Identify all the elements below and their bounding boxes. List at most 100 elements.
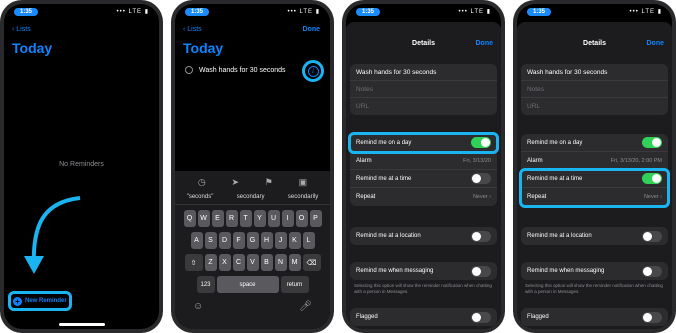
reminder-text[interactable]: Wash hands for 30 seconds <box>199 67 286 74</box>
key[interactable]: V <box>246 254 259 271</box>
key[interactable]: B <box>260 254 273 271</box>
repeat-row[interactable]: Repeat Never › <box>350 188 497 206</box>
location-group: Remind me at a location <box>350 227 497 245</box>
remind-location-toggle[interactable] <box>471 230 491 242</box>
key[interactable]: W <box>197 210 210 227</box>
notes-field[interactable]: Notes <box>521 81 668 98</box>
repeat-value: Never › <box>472 194 491 200</box>
back-button[interactable]: ‹ Lists <box>12 26 31 33</box>
flagged-group: Flagged <box>521 308 668 326</box>
remind-location-row[interactable]: Remind me at a location <box>521 227 668 245</box>
done-button[interactable]: Done <box>303 26 321 33</box>
key[interactable]: Y <box>253 210 266 227</box>
key[interactable]: D <box>218 232 231 249</box>
flagged-row[interactable]: Flagged <box>350 308 497 326</box>
remind-messaging-toggle[interactable] <box>642 265 662 277</box>
return-key[interactable]: return <box>280 276 309 293</box>
status-bar: 1:35 ••• LTE ▮ <box>346 4 501 19</box>
remind-messaging-row[interactable]: Remind me when messaging <box>350 262 497 280</box>
key[interactable]: H <box>260 232 273 249</box>
remind-location-label: Remind me at a location <box>527 233 592 239</box>
key[interactable]: J <box>274 232 287 249</box>
done-button[interactable]: Done <box>647 40 665 47</box>
key[interactable]: F <box>232 232 245 249</box>
emoji-icon[interactable]: ☺ <box>193 301 203 312</box>
suggestion[interactable]: secondary <box>237 194 265 200</box>
key[interactable]: X <box>218 254 231 271</box>
reminder-row[interactable]: Wash hands for 30 seconds <box>185 66 320 74</box>
done-button[interactable]: Done <box>476 40 494 47</box>
url-field[interactable]: URL <box>350 98 497 115</box>
remind-messaging-row[interactable]: Remind me when messaging <box>521 262 668 280</box>
page-title: Today <box>183 40 224 56</box>
location-group: Remind me at a location <box>521 227 668 245</box>
alarm-label: Alarm <box>356 157 372 164</box>
key-row-1: Q W E R T Y U I O P <box>175 210 330 227</box>
signal-icon: ••• LTE ▮ <box>629 9 662 15</box>
key[interactable]: K <box>288 232 301 249</box>
key[interactable]: Q <box>183 210 196 227</box>
key[interactable]: Z <box>204 254 217 271</box>
back-button[interactable]: ‹ Lists <box>183 26 202 33</box>
key[interactable]: T <box>239 210 252 227</box>
flagged-row[interactable]: Flagged <box>521 308 668 326</box>
flagged-toggle[interactable] <box>471 311 491 323</box>
keyboard-bottom: ☺ 🎤︎ <box>175 293 330 312</box>
key[interactable]: E <box>211 210 224 227</box>
key[interactable]: P <box>309 210 322 227</box>
flag-icon[interactable]: ⚑ <box>265 177 273 189</box>
back-label: Lists <box>16 26 31 33</box>
remind-day-toggle[interactable] <box>642 137 662 148</box>
suggestion[interactable]: secondarily <box>288 194 318 200</box>
plus-icon: + <box>13 296 22 306</box>
key[interactable]: G <box>246 232 259 249</box>
messaging-note: Selecting this option will show the remi… <box>354 283 492 294</box>
status-time: 1:35 <box>185 7 210 16</box>
remind-day-row[interactable]: Remind me on a day <box>521 134 668 152</box>
key[interactable]: C <box>232 254 245 271</box>
signal-icon: ••• LTE ▮ <box>287 9 320 15</box>
alarm-value: Fri, 3/13/20, 2:00 PM <box>610 157 662 164</box>
flagged-label: Flagged <box>356 314 378 320</box>
location-icon[interactable]: ➤ <box>231 177 239 189</box>
key[interactable]: M <box>288 254 301 271</box>
phone-1: 1:35 ••• LTE ▮ ‹ Lists Today No Reminder… <box>0 0 163 333</box>
checkbox-circle[interactable] <box>185 66 193 74</box>
new-reminder-button[interactable]: + New Reminder <box>8 291 72 311</box>
clock-icon[interactable]: ◷ <box>198 177 206 189</box>
key[interactable]: U <box>267 210 280 227</box>
shift-key[interactable]: ⇧ <box>184 254 203 271</box>
space-key[interactable]: space <box>216 276 279 293</box>
title-field[interactable]: Wash hands for 30 seconds <box>350 64 497 81</box>
alarm-value: Fri, 3/13/20 <box>463 157 491 164</box>
info-button-highlight[interactable]: i <box>302 60 324 82</box>
flagged-toggle[interactable] <box>642 311 662 323</box>
suggestion[interactable]: "seconds" <box>187 194 214 200</box>
remind-location-row[interactable]: Remind me at a location <box>350 227 497 245</box>
remind-time-row[interactable]: Remind me at a time <box>350 170 497 188</box>
phone-4: 1:35 ••• LTE ▮ Details Done Wash hands f… <box>513 0 676 333</box>
title-field[interactable]: Wash hands for 30 seconds <box>521 64 668 81</box>
key[interactable]: L <box>302 232 315 249</box>
alarm-label: Alarm <box>527 157 543 164</box>
remind-messaging-toggle[interactable] <box>471 265 491 277</box>
notes-field[interactable]: Notes <box>350 81 497 98</box>
alarm-row[interactable]: Alarm Fri, 3/13/20 <box>350 152 497 170</box>
remind-location-toggle[interactable] <box>642 230 662 242</box>
arrow-icon <box>24 196 81 274</box>
key[interactable]: O <box>295 210 308 227</box>
highlight-remind-day <box>348 132 499 154</box>
numbers-key[interactable]: 123 <box>196 276 215 293</box>
signal-icon: ••• LTE ▮ <box>458 9 491 15</box>
url-field[interactable]: URL <box>521 98 668 115</box>
key[interactable]: S <box>204 232 217 249</box>
delete-key[interactable]: ⌫ <box>302 254 321 271</box>
status-bar: 1:35 ••• LTE ▮ <box>175 4 330 19</box>
key[interactable]: I <box>281 210 294 227</box>
microphone-icon[interactable]: 🎤︎ <box>299 301 312 312</box>
key[interactable]: N <box>274 254 287 271</box>
remind-time-toggle[interactable] <box>471 173 491 184</box>
key[interactable]: R <box>225 210 238 227</box>
key[interactable]: A <box>190 232 203 249</box>
camera-icon[interactable]: ▣ <box>299 177 308 189</box>
